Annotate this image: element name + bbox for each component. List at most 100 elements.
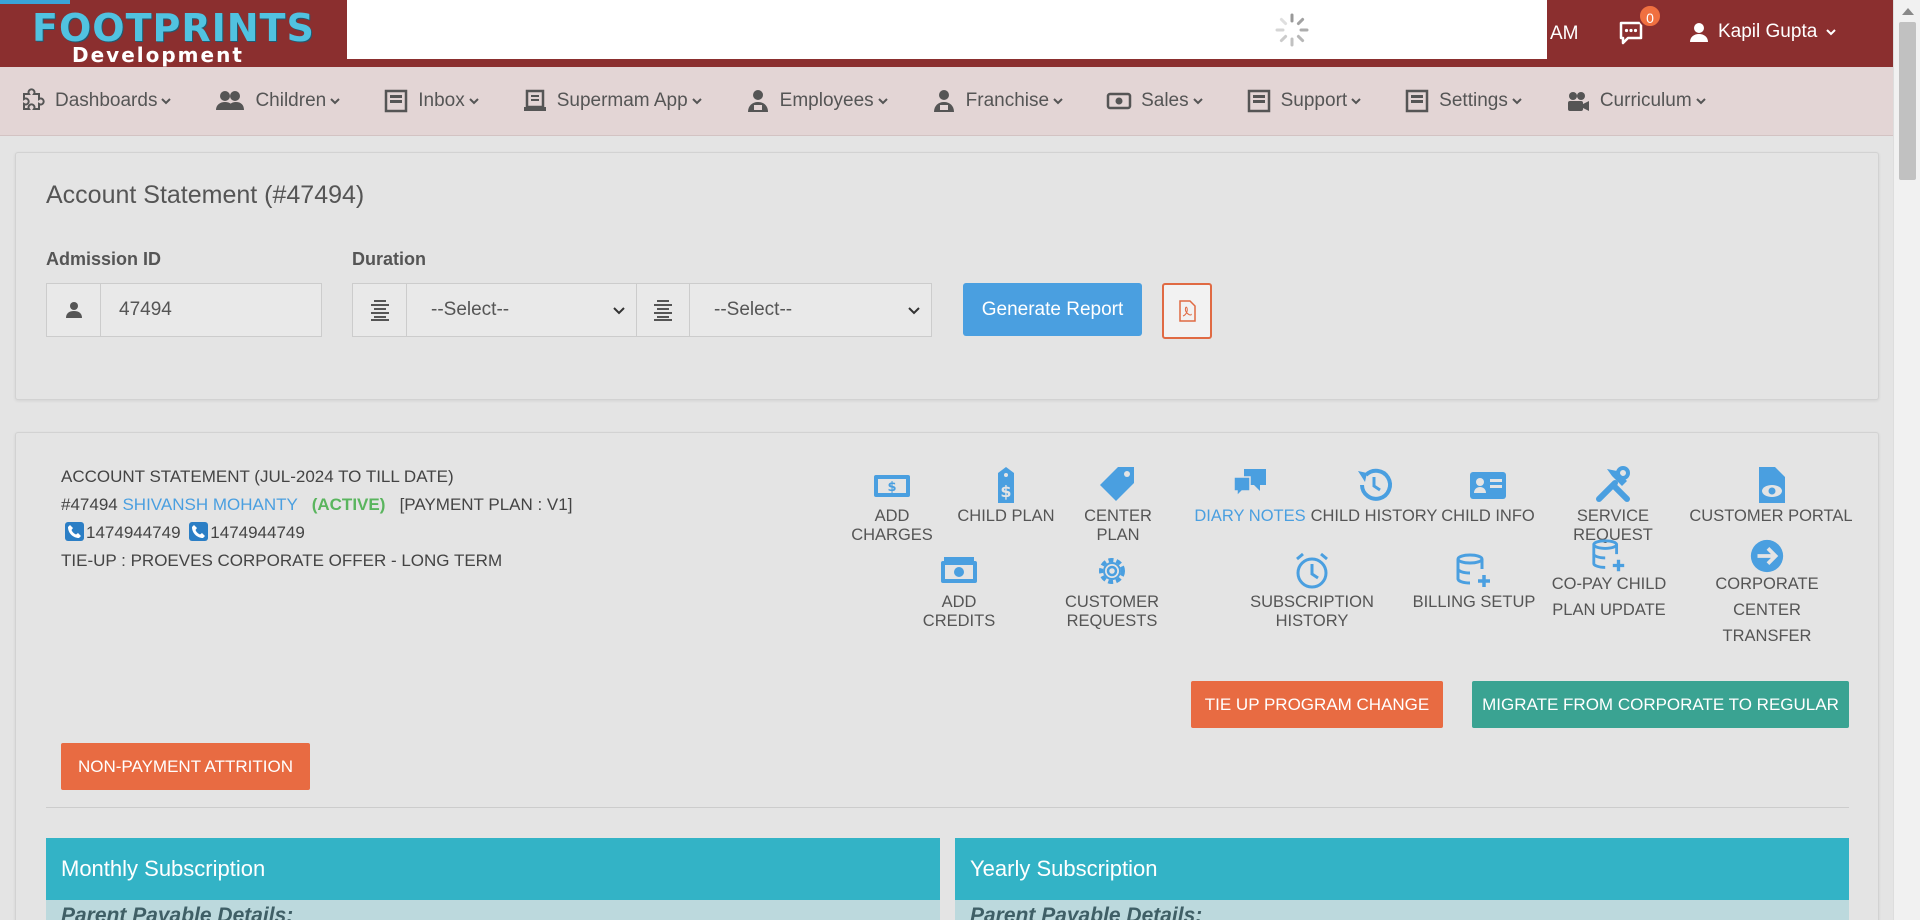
- nav-children[interactable]: Children: [214, 88, 341, 114]
- history-icon: [1358, 468, 1392, 501]
- action-label: ADD CREDITS: [922, 593, 996, 630]
- account-panel: ACCOUNT STATEMENT (JUL-2024 TO TILL DATE…: [15, 432, 1879, 920]
- user-name: Kapil Gupta: [1718, 21, 1818, 42]
- action-label: CHILD INFO: [1441, 507, 1535, 525]
- nav-label: Employees: [779, 90, 874, 111]
- action-corporate-center-transfer[interactable]: CORPORATE CENTER TRANSFER: [1682, 537, 1852, 649]
- non-payment-attrition-button[interactable]: NON-PAYMENT ATTRITION: [61, 743, 310, 790]
- nav-sales[interactable]: Sales: [1106, 88, 1204, 114]
- action-customer-requests[interactable]: CUSTOMER REQUESTS: [1022, 551, 1202, 631]
- nav-label: Franchise: [965, 90, 1050, 111]
- chevron-down-icon: [877, 98, 888, 105]
- tie-up-program-change-button[interactable]: TIE UP PROGRAM CHANGE: [1191, 681, 1443, 728]
- loading-overlay: [347, 0, 1547, 59]
- comments-icon: [1233, 469, 1266, 498]
- nav-support[interactable]: Support: [1246, 88, 1363, 114]
- nav-dashboards[interactable]: Dashboards: [20, 88, 172, 114]
- admission-id-input[interactable]: 47494: [101, 284, 321, 336]
- user-menu[interactable]: Kapil Gupta: [1688, 21, 1837, 43]
- action-label: CHILD HISTORY: [1310, 507, 1438, 525]
- migrate-corporate-to-regular-button[interactable]: MIGRATE FROM CORPORATE TO REGULAR: [1472, 681, 1849, 728]
- tag-icon: [1100, 467, 1134, 501]
- nav-curriculum[interactable]: Curriculum: [1565, 88, 1707, 114]
- nav-label: Settings: [1439, 90, 1508, 111]
- action-label: CUSTOMER REQUESTS: [1064, 593, 1160, 630]
- admission-id-label: Admission ID: [46, 249, 162, 269]
- phone-number: 1474944749: [210, 523, 305, 542]
- account-line: #47494 SHIVANSH MOHANTY (ACTIVE) [PAYMEN…: [61, 491, 572, 519]
- action-center-plan[interactable]: CENTER PLAN: [1068, 465, 1168, 545]
- nav-supermam-app[interactable]: Supermam App: [522, 88, 703, 114]
- duration-from-select[interactable]: --Select--: [407, 284, 636, 336]
- nav-label: Inbox: [418, 90, 465, 111]
- action-customer-portal[interactable]: CUSTOMER PORTAL: [1688, 465, 1854, 526]
- nav-label: Curriculum: [1599, 90, 1692, 111]
- action-add-credits[interactable]: ADD CREDITS: [909, 551, 1009, 631]
- nav-settings[interactable]: Settings: [1404, 88, 1523, 114]
- action-label: CO-PAY CHILD: [1551, 575, 1667, 593]
- nav-employees[interactable]: Employees: [745, 88, 889, 114]
- gear-icon: [1099, 558, 1125, 584]
- header-time-suffix: AM: [1550, 23, 1579, 44]
- action-child-history[interactable]: CHILD HISTORY: [1309, 465, 1439, 526]
- calendar-addon: [636, 284, 690, 336]
- pdf-icon: [1179, 300, 1196, 322]
- curriculum-icon: [1567, 92, 1589, 111]
- logo[interactable]: FOOTPRINTS Development: [0, 0, 346, 67]
- select-value: --Select--: [431, 299, 510, 320]
- action-label: BILLING SETUP: [1412, 593, 1536, 611]
- account-id: #47494: [61, 495, 118, 514]
- chevron-down-icon: [1192, 98, 1203, 105]
- user-icon: [65, 302, 82, 318]
- monthly-subscription-header: Monthly Subscription: [46, 838, 940, 900]
- action-billing-setup[interactable]: BILLING SETUP: [1409, 551, 1539, 612]
- support-icon: [1247, 89, 1270, 113]
- app-icon: [523, 89, 546, 111]
- action-child-plan[interactable]: $ CHILD PLAN: [956, 465, 1056, 526]
- nav-franchise[interactable]: Franchise: [931, 88, 1064, 114]
- spinner-icon: [1275, 13, 1309, 47]
- user-icon-addon: [47, 284, 101, 336]
- tools-icon: [1596, 466, 1630, 502]
- top-bar: FOOTPRINTS Development AM 0 Kapil Gupta: [0, 0, 1893, 67]
- puzzle-icon: [23, 88, 45, 110]
- action-add-charges[interactable]: $ ADD CHARGES: [837, 465, 947, 545]
- parent-payable-label: Parent Payable Details:: [61, 904, 294, 920]
- generate-report-button[interactable]: Generate Report: [963, 283, 1142, 336]
- user-icon: [1690, 23, 1708, 42]
- scroll-up-arrow[interactable]: [1902, 8, 1914, 15]
- chevron-down-icon: [1053, 98, 1063, 105]
- loading-progress: [0, 0, 70, 4]
- duration-to-select[interactable]: --Select--: [690, 284, 931, 336]
- action-child-info[interactable]: CHILD INFO: [1438, 465, 1538, 526]
- page-scrollbar[interactable]: [1893, 0, 1920, 920]
- phone-icon: [65, 522, 84, 541]
- divider: [46, 807, 1849, 808]
- logo-subtitle: Development: [72, 43, 244, 67]
- action-diary-notes[interactable]: DIARY NOTES: [1185, 465, 1315, 526]
- nav-label: Sales: [1141, 90, 1189, 111]
- action-label: CUSTOMER PORTAL: [1689, 507, 1853, 525]
- phone-line: 1474944749 1474944749: [61, 519, 572, 547]
- database-plus-icon: [1592, 539, 1625, 572]
- scroll-thumb[interactable]: [1899, 22, 1916, 180]
- report-panel: Account Statement (#47494) Admission ID …: [15, 152, 1879, 400]
- action-subscription-history[interactable]: SUBSCRIPTION HISTORY: [1212, 551, 1412, 631]
- action-copay-child-plan-update[interactable]: CO-PAY CHILD PLAN UPDATE: [1544, 537, 1674, 623]
- child-name-link[interactable]: SHIVANSH MOHANTY: [122, 495, 297, 514]
- calendar-addon: [353, 284, 407, 336]
- svg-text:$: $: [1000, 482, 1011, 501]
- chevron-down-icon: [1695, 98, 1706, 105]
- action-service-request[interactable]: SERVICE REQUEST: [1538, 465, 1688, 545]
- nav-inbox[interactable]: Inbox: [383, 88, 479, 114]
- tieup-line: TIE-UP : PROEVES CORPORATE OFFER - LONG …: [61, 551, 503, 570]
- action-label: DIARY NOTES: [1194, 507, 1306, 525]
- chevron-down-icon: [161, 98, 172, 105]
- chevron-down-icon: [613, 307, 625, 315]
- franchise-icon: [933, 90, 954, 112]
- chevron-down-icon: [468, 98, 479, 105]
- pdf-export-button[interactable]: [1162, 283, 1212, 339]
- id-card-icon: [1470, 472, 1506, 499]
- svg-text:$: $: [887, 480, 896, 495]
- admission-id-group: 47494: [46, 283, 322, 337]
